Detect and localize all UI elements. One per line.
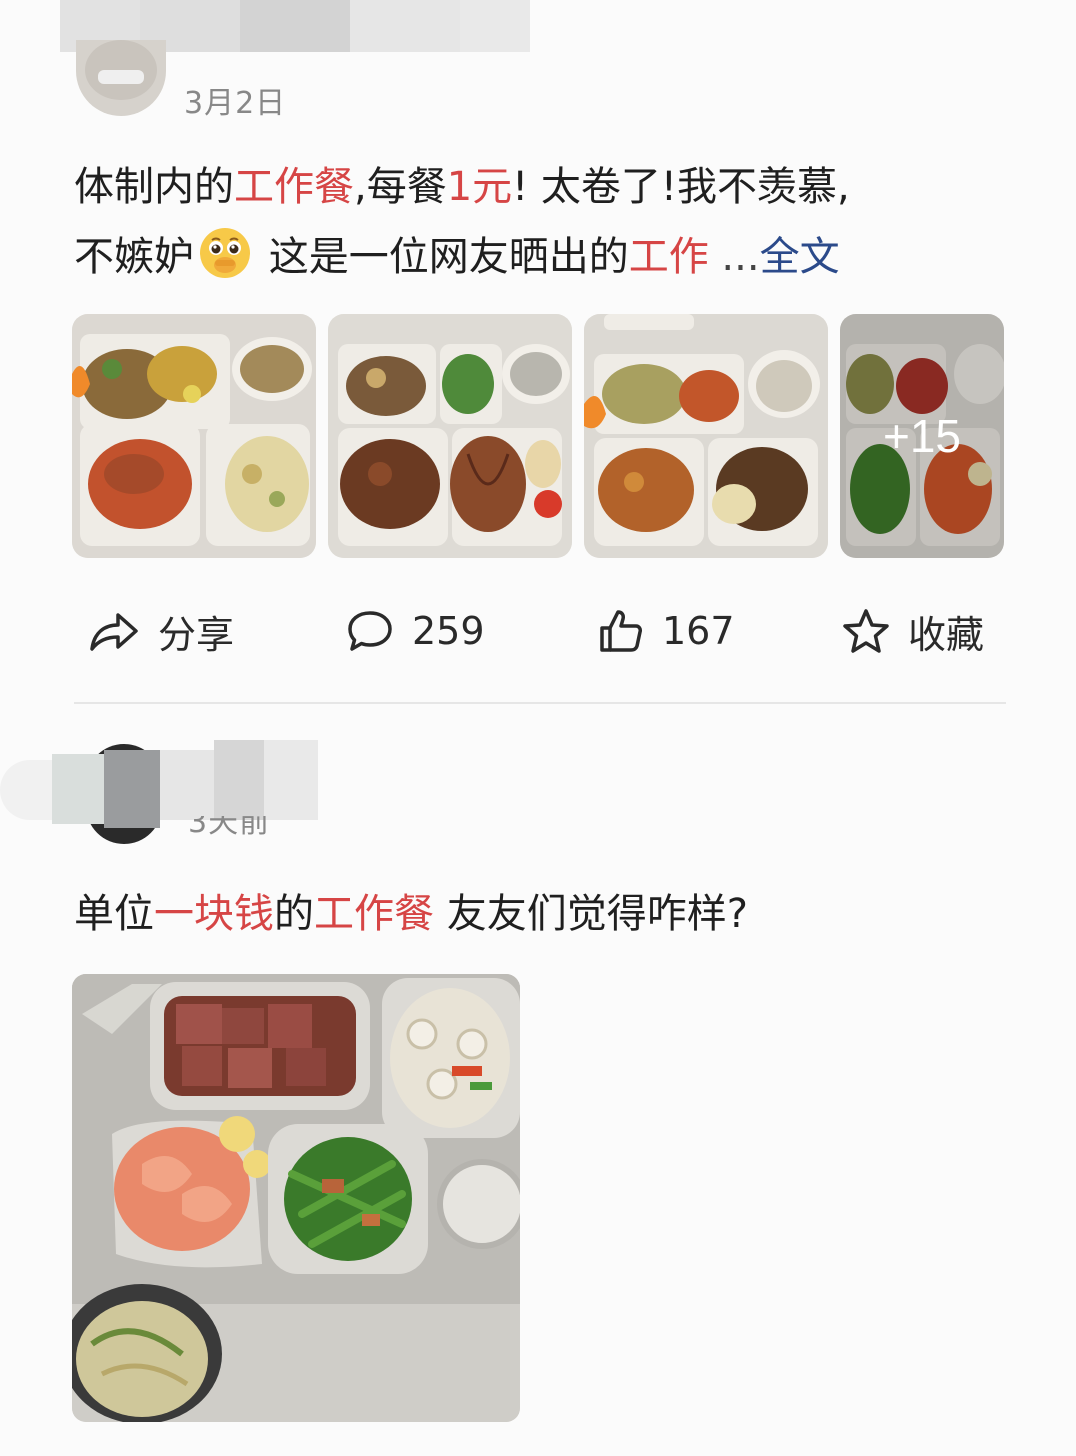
- comment-count: 259: [412, 609, 485, 653]
- cafeteria-tray-photo[interactable]: [72, 974, 520, 1422]
- share-label: 分享: [158, 612, 235, 657]
- post-action-bar: 分享 259 167 收藏: [74, 596, 1004, 666]
- share-icon: [90, 613, 138, 651]
- post-time: 3月2日: [184, 86, 287, 121]
- post-text[interactable]: 单位一块钱的工作餐 友友们觉得咋样?: [74, 882, 748, 946]
- favorite-label: 收藏: [908, 612, 985, 657]
- comment-button[interactable]: 259: [346, 596, 485, 666]
- thumbs-up-icon: [600, 610, 642, 652]
- covering-mouth-teary-emoji: [198, 226, 252, 280]
- favorite-button[interactable]: 收藏: [842, 596, 984, 666]
- expand-full-text-link[interactable]: 全文: [760, 234, 840, 280]
- meal-photo-1[interactable]: [72, 314, 316, 558]
- avatar-image: [85, 40, 157, 100]
- meal-photo-3[interactable]: [584, 314, 828, 558]
- post-text-line-2: 不嫉妒 这是一位网友晒出的工作 ...全文: [74, 222, 1014, 292]
- username-blurred: [0, 740, 320, 828]
- meal-photo-2[interactable]: [328, 314, 572, 558]
- post-text[interactable]: 体制内的工作餐,每餐1元! 太卷了!我不羡慕, 不嫉妒 这是一位网友晒出的工作 …: [74, 152, 1014, 292]
- post-text-line-1: 体制内的工作餐,每餐1元! 太卷了!我不羡慕,: [74, 164, 850, 210]
- avatar[interactable]: [76, 40, 166, 116]
- star-icon: [843, 609, 889, 653]
- highlight-keyword: 工作餐: [234, 164, 354, 210]
- post-divider: [74, 702, 1006, 704]
- comment-icon: [348, 611, 392, 651]
- highlight-keyword: 一块钱: [154, 891, 274, 937]
- like-button[interactable]: 167: [598, 596, 735, 666]
- highlight-keyword: 工作餐: [314, 891, 434, 937]
- highlight-keyword: 工作: [628, 234, 709, 280]
- like-count: 167: [662, 609, 735, 653]
- meal-photo-4[interactable]: +15: [840, 314, 1004, 558]
- highlight-keyword: 1元: [446, 164, 513, 210]
- more-images-count: +15: [840, 314, 1004, 558]
- post-time: 3天前: [188, 816, 271, 840]
- share-button[interactable]: 分享: [88, 596, 234, 666]
